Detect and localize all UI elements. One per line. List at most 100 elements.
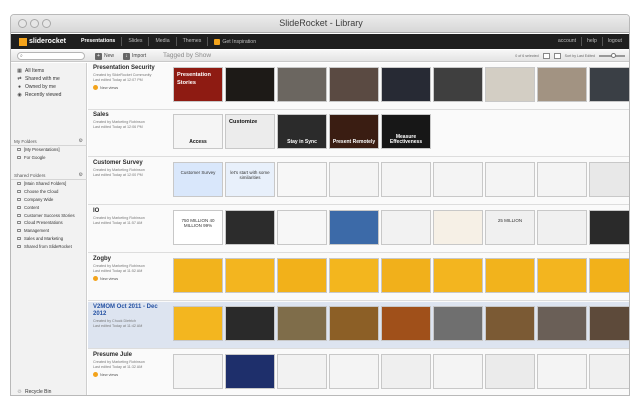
slide-thumbnail[interactable] (381, 210, 431, 245)
sidebar-item-all-items[interactable]: ▦ All Items (11, 67, 87, 75)
new-button[interactable]: + New (95, 52, 114, 60)
logout-link[interactable]: logout (603, 34, 627, 49)
gear-icon[interactable]: ⚙ (79, 138, 83, 144)
slide-thumbnail[interactable] (589, 258, 629, 293)
presentation-title[interactable]: Customer Survey (93, 160, 165, 167)
slide-thumbnail[interactable]: let's start with some similarities (225, 162, 275, 197)
new-views-badge[interactable]: New views (93, 372, 118, 377)
presentation-title[interactable]: V2MOM Oct 2011 - Dec 2012 (93, 304, 165, 318)
slide-thumbnail[interactable] (537, 210, 587, 245)
slide-thumbnail[interactable] (589, 162, 629, 197)
slide-thumbnail[interactable] (433, 306, 483, 341)
tab-slides[interactable]: Slides (122, 34, 148, 49)
presentation-row[interactable]: Customer Survey Created by Marketing Robi… (88, 158, 629, 205)
slide-thumbnail[interactable] (277, 210, 327, 245)
gear-icon[interactable]: ⚙ (79, 172, 83, 178)
slide-thumbnail[interactable] (537, 162, 587, 197)
folder-item[interactable]: Shared from SlideRocket (11, 242, 87, 250)
slide-thumbnail[interactable] (329, 354, 379, 389)
slide-thumbnail[interactable] (381, 306, 431, 341)
slide-thumbnail[interactable]: Access (173, 114, 223, 149)
slide-thumbnail[interactable] (537, 258, 587, 293)
sidebar-item-recently-viewed[interactable]: ◉ Recently viewed (11, 91, 87, 99)
slide-thumbnail[interactable] (433, 210, 483, 245)
slide-thumbnail[interactable]: Stay in Sync (277, 114, 327, 149)
presentation-row[interactable]: V2MOM Oct 2011 - Dec 2012 Created by Chuc… (88, 302, 629, 349)
slider-knob[interactable] (611, 53, 616, 58)
presentation-title[interactable]: Zogby (93, 256, 165, 263)
slide-thumbnail[interactable] (485, 162, 535, 197)
folder-item[interactable]: For Google (11, 154, 87, 162)
slide-thumbnail[interactable] (277, 162, 327, 197)
slide-thumbnail[interactable] (329, 210, 379, 245)
slide-thumbnail[interactable] (485, 258, 535, 293)
slide-thumbnail[interactable] (225, 354, 275, 389)
slide-thumbnail[interactable]: 25 MILLION (485, 210, 535, 245)
folder-item[interactable]: Customer Success Stories (11, 211, 87, 219)
sliderocket-logo[interactable]: sliderocket (19, 37, 66, 46)
search-input[interactable]: ⌕ (17, 52, 85, 60)
folder-item[interactable]: Choose the Cloud (11, 188, 87, 196)
slide-thumbnail[interactable] (381, 67, 431, 102)
sort-dropdown[interactable]: Sort by Last Edited (565, 54, 595, 58)
tab-media[interactable]: Media (149, 34, 175, 49)
sidebar-item-owned-by-me[interactable]: ● Owned by me (11, 83, 87, 91)
slide-thumbnail[interactable] (381, 354, 431, 389)
slide-thumbnail[interactable] (173, 258, 223, 293)
new-views-badge[interactable]: New views (93, 276, 118, 281)
slide-thumbnail[interactable] (485, 306, 535, 341)
slide-thumbnail[interactable]: Presentation Stories (173, 67, 223, 102)
slide-thumbnail[interactable] (589, 210, 629, 245)
slide-thumbnail[interactable] (277, 306, 327, 341)
slide-thumbnail[interactable] (537, 306, 587, 341)
slide-thumbnail[interactable] (277, 258, 327, 293)
presentation-row[interactable]: Zogby Created by Marketing Robinson Last e… (88, 254, 629, 301)
presentation-row[interactable]: Presume Jule Created by Marketing Robinso… (88, 350, 629, 395)
presentation-row[interactable]: IO Created by Marketing Robinson Last edit… (88, 206, 629, 253)
slide-thumbnail[interactable] (225, 210, 275, 245)
folder-item[interactable]: Management (11, 227, 87, 235)
grid-view-icon[interactable] (542, 53, 550, 59)
presentation-title[interactable]: Sales (93, 112, 165, 119)
slide-thumbnail[interactable] (277, 354, 327, 389)
slide-thumbnail[interactable] (589, 354, 629, 389)
folder-item[interactable]: Content (11, 203, 87, 211)
presentation-title[interactable]: Presume Jule (93, 352, 165, 359)
slide-thumbnail[interactable] (329, 67, 379, 102)
slide-thumbnail[interactable]: Customize (225, 114, 275, 149)
presentation-row[interactable]: Sales Created by Marketing Robinson Last e… (88, 110, 629, 157)
slide-thumbnail[interactable] (433, 67, 483, 102)
sidebar-item-shared-with-me[interactable]: ⇄ Shared with me (11, 75, 87, 83)
slide-thumbnail[interactable]: 750 MILLION 40 MILLION 99% (173, 210, 223, 245)
presentation-title[interactable]: IO (93, 208, 165, 215)
folder-item[interactable]: Company Wide (11, 196, 87, 204)
slide-thumbnail[interactable] (589, 67, 629, 102)
slide-thumbnail[interactable] (433, 258, 483, 293)
slide-thumbnail[interactable]: Present Remotely (329, 114, 379, 149)
tab-themes[interactable]: Themes (177, 34, 208, 49)
slide-thumbnail[interactable]: Customer Survey (173, 162, 223, 197)
tab-presentations[interactable]: Presentations (75, 34, 121, 49)
slide-thumbnail[interactable] (485, 354, 535, 389)
folder-item[interactable]: Cloud Presentations (11, 219, 87, 227)
folder-item[interactable]: [My Presentations] (11, 146, 87, 154)
folder-item[interactable]: Sales and Marketing (11, 235, 87, 243)
slide-thumbnail[interactable] (537, 354, 587, 389)
slide-thumbnail[interactable] (589, 306, 629, 341)
slide-thumbnail[interactable] (433, 354, 483, 389)
import-button[interactable]: ↓ Import (123, 52, 146, 60)
slide-thumbnail[interactable] (225, 258, 275, 293)
presentation-row[interactable]: Presentation Security Created by SlideRoc… (88, 63, 629, 110)
slide-thumbnail[interactable] (433, 162, 483, 197)
account-link[interactable]: account (553, 34, 581, 49)
list-view-icon[interactable] (553, 53, 561, 59)
help-link[interactable]: help (582, 34, 602, 49)
slide-thumbnail[interactable] (329, 306, 379, 341)
new-views-badge[interactable]: New views (93, 85, 118, 90)
recycle-bin[interactable]: ♲ Recycle Bin (17, 389, 51, 395)
thumbnail-size-slider[interactable] (599, 53, 625, 58)
slide-thumbnail[interactable] (329, 162, 379, 197)
slide-thumbnail[interactable] (225, 306, 275, 341)
slide-thumbnail[interactable] (277, 67, 327, 102)
slide-thumbnail[interactable] (225, 67, 275, 102)
